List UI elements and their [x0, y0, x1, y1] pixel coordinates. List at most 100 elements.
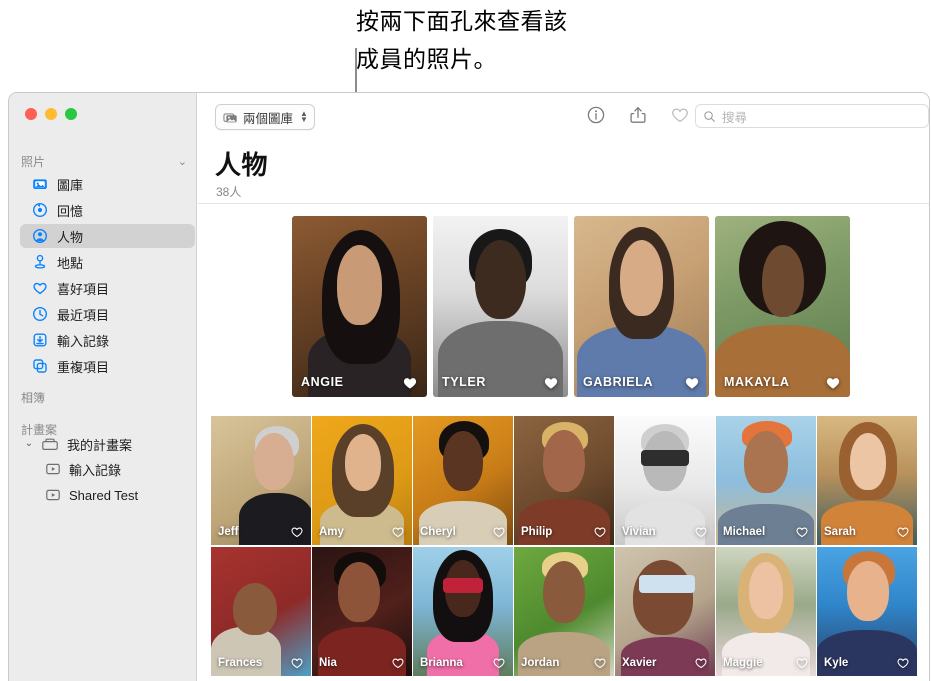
favorite-heart-outline-icon[interactable] [896, 656, 910, 670]
person-name: GABRIELA [583, 375, 653, 389]
slideshow-icon [45, 487, 61, 503]
favorite-heart-outline-icon[interactable] [694, 525, 708, 539]
photo-stack-icon [223, 110, 238, 125]
sidebar-section-photos-label: 照片 [21, 153, 45, 170]
favorite-heart-filled-icon[interactable] [543, 375, 559, 391]
person-name: MAKAYLA [724, 375, 790, 389]
favorite-heart-outline-icon[interactable] [492, 656, 506, 670]
toolbar: 兩個圖庫 ▲ ▼ [198, 93, 929, 139]
sidebar-subitem-imports[interactable]: 輸入記錄 [45, 458, 195, 480]
folder-icon [42, 436, 58, 452]
featured-people-grid: ANGIE TYLER [292, 216, 850, 397]
favorite-heart-outline-icon[interactable] [593, 656, 607, 670]
sidebar-section-photos[interactable]: 照片 ⌄ [21, 153, 187, 170]
close-button[interactable] [25, 108, 37, 120]
favorite-heart-outline-icon[interactable] [795, 525, 809, 539]
sidebar-item-people[interactable]: 人物 [20, 224, 195, 248]
photos-window: 照片 ⌄ 圖庫 回憶 [8, 92, 930, 681]
sidebar-item-library-label: 圖庫 [57, 175, 83, 194]
sidebar-item-my-project-label: 我的計畫案 [67, 435, 132, 454]
person-tile-sarah[interactable]: Sarah [817, 416, 917, 545]
person-tile-makayla[interactable]: MAKAYLA [715, 216, 850, 397]
people-grid-row: Frances Nia [211, 547, 917, 676]
person-tile-cheryl[interactable]: Cheryl [413, 416, 513, 545]
sidebar-item-library[interactable]: 圖庫 [20, 172, 195, 196]
places-icon [32, 254, 48, 270]
favorite-heart-outline-icon[interactable] [593, 525, 607, 539]
person-tile-michael[interactable]: Michael [716, 416, 816, 545]
person-name: Frances [218, 657, 262, 669]
favorite-heart-outline-icon[interactable] [290, 525, 304, 539]
person-name: Jeff [218, 526, 238, 538]
recents-icon [32, 306, 48, 322]
sidebar-item-imports[interactable]: 輸入記錄 [20, 328, 195, 352]
favorite-heart-outline-icon[interactable] [492, 525, 506, 539]
library-icon [32, 176, 48, 192]
person-tile-gabriela[interactable]: GABRIELA [574, 216, 709, 397]
person-name: Jordan [521, 657, 559, 669]
search-icon [703, 110, 716, 123]
sidebar-item-memories[interactable]: 回憶 [20, 198, 195, 222]
person-photo [574, 216, 709, 397]
heart-outline-icon[interactable] [670, 105, 690, 125]
page-title: 人物 [215, 145, 268, 182]
person-name: Xavier [622, 657, 657, 669]
person-name: Amy [319, 526, 344, 538]
person-photo [715, 216, 850, 397]
info-circle-icon[interactable] [586, 105, 606, 125]
sidebar-item-favorites-label: 喜好項目 [57, 279, 109, 298]
sidebar-item-recents[interactable]: 最近項目 [20, 302, 195, 326]
chevron-updown-icon[interactable]: ▲ ▼ [300, 111, 308, 123]
person-tile-vivian[interactable]: Vivian [615, 416, 715, 545]
person-tile-jordan[interactable]: Jordan [514, 547, 614, 676]
person-tile-nia[interactable]: Nia [312, 547, 412, 676]
favorite-heart-outline-icon[interactable] [694, 656, 708, 670]
sidebar-item-my-project[interactable]: 我的計畫案 [34, 432, 194, 456]
person-name: ANGIE [301, 375, 344, 389]
search-field[interactable]: 搜尋 [695, 104, 929, 128]
minimize-button[interactable] [45, 108, 57, 120]
sidebar-item-duplicates[interactable]: 重複項目 [20, 354, 195, 378]
favorite-heart-outline-icon[interactable] [391, 525, 405, 539]
sidebar-section-albums[interactable]: 相簿 [21, 389, 187, 406]
favorite-heart-filled-icon[interactable] [684, 375, 700, 391]
favorite-heart-outline-icon[interactable] [896, 525, 910, 539]
person-tile-xavier[interactable]: Xavier [615, 547, 715, 676]
person-tile-frances[interactable]: Frances [211, 547, 311, 676]
favorite-heart-filled-icon[interactable] [825, 375, 841, 391]
person-tile-brianna[interactable]: Brianna [413, 547, 513, 676]
person-name: TYLER [442, 375, 486, 389]
screenshot-root: 按兩下面孔來查看該 成員的照片。 照片 ⌄ [0, 0, 931, 681]
favorite-heart-outline-icon[interactable] [391, 656, 405, 670]
person-tile-amy[interactable]: Amy [312, 416, 412, 545]
person-name: Cheryl [420, 526, 456, 538]
person-tile-angie[interactable]: ANGIE [292, 216, 427, 397]
person-tile-jeff[interactable]: Jeff [211, 416, 311, 545]
sidebar-item-favorites[interactable]: 喜好項目 [20, 276, 195, 300]
person-name: Kyle [824, 657, 848, 669]
person-photo [433, 216, 568, 397]
sidebar-item-imports-label: 輸入記錄 [57, 331, 109, 350]
person-name: Brianna [420, 657, 463, 669]
share-icon[interactable] [628, 105, 648, 125]
person-tile-philip[interactable]: Philip [514, 416, 614, 545]
person-name: Philip [521, 526, 552, 538]
people-grid-row: Jeff Amy [211, 416, 917, 545]
favorite-heart-filled-icon[interactable] [402, 375, 418, 391]
zoom-button[interactable] [65, 108, 77, 120]
library-popup-button[interactable]: 兩個圖庫 ▲ ▼ [215, 104, 315, 130]
person-tile-kyle[interactable]: Kyle [817, 547, 917, 676]
person-tile-tyler[interactable]: TYLER [433, 216, 568, 397]
person-name: Nia [319, 657, 337, 669]
imports-icon [32, 332, 48, 348]
toolbar-buttons [586, 105, 690, 125]
favorite-heart-outline-icon[interactable] [795, 656, 809, 670]
memories-icon [32, 202, 48, 218]
person-tile-maggie[interactable]: Maggie [716, 547, 816, 676]
favorite-heart-outline-icon[interactable] [290, 656, 304, 670]
sidebar-subitem-shared-test-label: Shared Test [69, 488, 138, 503]
person-name: Vivian [622, 526, 656, 538]
sidebar-item-places[interactable]: 地點 [20, 250, 195, 274]
sidebar-subitem-shared-test[interactable]: Shared Test [45, 484, 195, 506]
chevron-down-icon[interactable]: ⌄ [178, 155, 187, 168]
